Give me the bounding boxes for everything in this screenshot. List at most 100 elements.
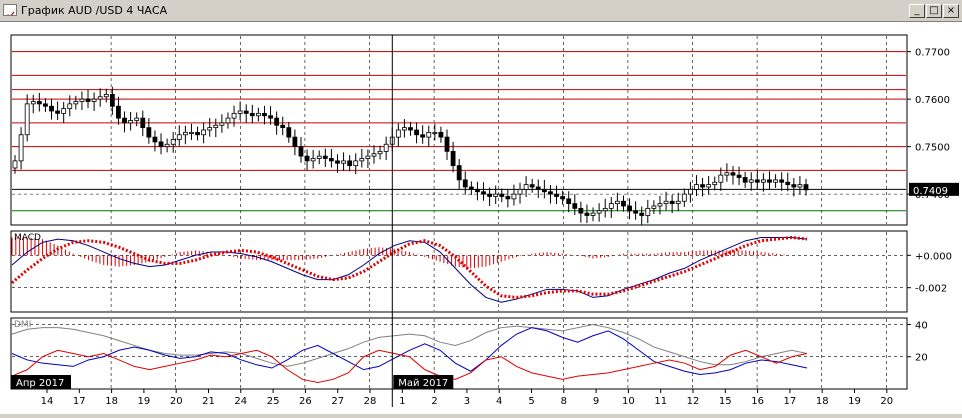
candle-body xyxy=(505,196,511,200)
price-axis-label: 0.7500 xyxy=(915,143,950,154)
candle-body xyxy=(639,212,645,216)
dmi-axis: 40 20 xyxy=(907,320,928,364)
candle-body xyxy=(152,136,158,143)
candle-body xyxy=(255,112,261,117)
candle-body xyxy=(481,191,486,195)
candle-body xyxy=(773,179,778,183)
candle-body xyxy=(608,203,614,209)
candle-body xyxy=(158,141,164,148)
candle-body xyxy=(456,165,462,181)
candle-body xyxy=(128,120,134,124)
time-axis-label: 8 xyxy=(561,396,567,407)
candle-body xyxy=(785,181,791,186)
candle-body xyxy=(462,179,468,188)
chart-area[interactable]: 0.77000.76000.75000.74000.7409 MACD +0.0… xyxy=(0,22,962,414)
candle-body xyxy=(189,131,194,134)
time-axis-label: 26 xyxy=(299,396,312,407)
time-axis-label: 24 xyxy=(234,396,247,407)
time-axis-label: 11 xyxy=(654,396,667,407)
month-label: Апр 2017 xyxy=(16,378,64,389)
time-axis-label: 21 xyxy=(202,396,215,407)
candle-body xyxy=(408,127,413,131)
candle-body xyxy=(195,131,200,136)
time-axis-label: 19 xyxy=(848,396,861,407)
candle-body xyxy=(116,105,121,119)
candle-body xyxy=(736,174,742,178)
candle-body xyxy=(420,134,426,138)
candle-body xyxy=(730,172,736,176)
candle-body xyxy=(371,153,377,157)
macd-label: MACD xyxy=(14,233,41,243)
candle-body xyxy=(328,158,334,162)
candle-body xyxy=(79,98,85,102)
chart-canvas[interactable]: 0.77000.76000.75000.74000.7409 MACD +0.0… xyxy=(0,22,962,414)
candle-body xyxy=(231,112,237,119)
candle-body xyxy=(146,127,152,138)
title-bar[interactable]: График AUD /USD 4 ЧАСА _ □ × xyxy=(0,0,962,22)
candle-body xyxy=(359,158,365,162)
candle-body xyxy=(438,131,444,138)
candle-body xyxy=(18,134,24,162)
candle-body xyxy=(61,108,67,114)
price-axis-label: 0.7600 xyxy=(915,95,950,106)
candle-body xyxy=(487,193,493,197)
candle-body xyxy=(219,122,225,126)
candle-body xyxy=(621,200,626,207)
candle-body xyxy=(669,200,675,205)
time-axis-label: 14 xyxy=(41,396,54,407)
chart-window-icon xyxy=(3,4,17,16)
candle-body xyxy=(67,103,73,110)
maximize-button[interactable]: □ xyxy=(926,4,942,18)
candle-body xyxy=(548,191,553,195)
candle-body xyxy=(304,155,310,162)
candle-body xyxy=(316,155,322,159)
candle-body xyxy=(535,186,541,190)
time-axis-label: 1 xyxy=(399,396,405,407)
candle-body xyxy=(274,117,280,126)
time-axis-label: 17 xyxy=(784,396,797,407)
candle-body xyxy=(292,136,298,148)
candle-body xyxy=(109,93,115,107)
candle-body xyxy=(517,188,523,195)
candle-body xyxy=(262,112,267,117)
macd-panel: MACD +0.000 -0.002 xyxy=(10,230,952,313)
minimize-button[interactable]: _ xyxy=(909,4,925,18)
candle-body xyxy=(365,155,371,159)
time-axis-label: 19 xyxy=(138,396,151,407)
candle-body xyxy=(280,124,286,129)
candle-body xyxy=(541,188,547,193)
candle-body xyxy=(475,188,480,193)
time-axis-label: 27 xyxy=(331,396,344,407)
candle-body xyxy=(645,207,651,216)
candle-body xyxy=(560,196,566,200)
candle-body xyxy=(30,101,36,105)
candle-body xyxy=(791,184,797,188)
close-button[interactable]: × xyxy=(943,4,959,18)
window-title: График AUD /USD 4 ЧАСА xyxy=(21,4,168,17)
dmi-axis-label: 40 xyxy=(915,320,928,331)
time-axis-label: 18 xyxy=(816,396,829,407)
dmi-panel: DMI 40 20 xyxy=(10,317,928,390)
candle-body xyxy=(584,212,590,216)
candle-body xyxy=(724,172,730,176)
candle-body xyxy=(803,184,809,191)
candle-body xyxy=(718,174,724,183)
candle-body xyxy=(754,179,760,183)
candle-body xyxy=(176,134,182,140)
price-panel: 0.77000.76000.75000.74000.7409 xyxy=(10,34,959,226)
candle-body xyxy=(12,160,18,169)
time-axis-label: 16 xyxy=(751,396,764,407)
candle-body xyxy=(237,110,243,114)
candle-body xyxy=(225,117,231,124)
candle-body xyxy=(298,146,304,157)
candle-body xyxy=(36,101,42,105)
candle-body xyxy=(432,131,438,134)
time-axis-label: 20 xyxy=(170,396,183,407)
candle-body xyxy=(779,179,785,183)
month-label: Май 2017 xyxy=(398,378,448,389)
candle-body xyxy=(675,200,681,205)
candle-body xyxy=(310,158,316,162)
candle-body xyxy=(286,127,292,138)
candle-body xyxy=(73,101,79,105)
candle-body xyxy=(377,150,383,155)
